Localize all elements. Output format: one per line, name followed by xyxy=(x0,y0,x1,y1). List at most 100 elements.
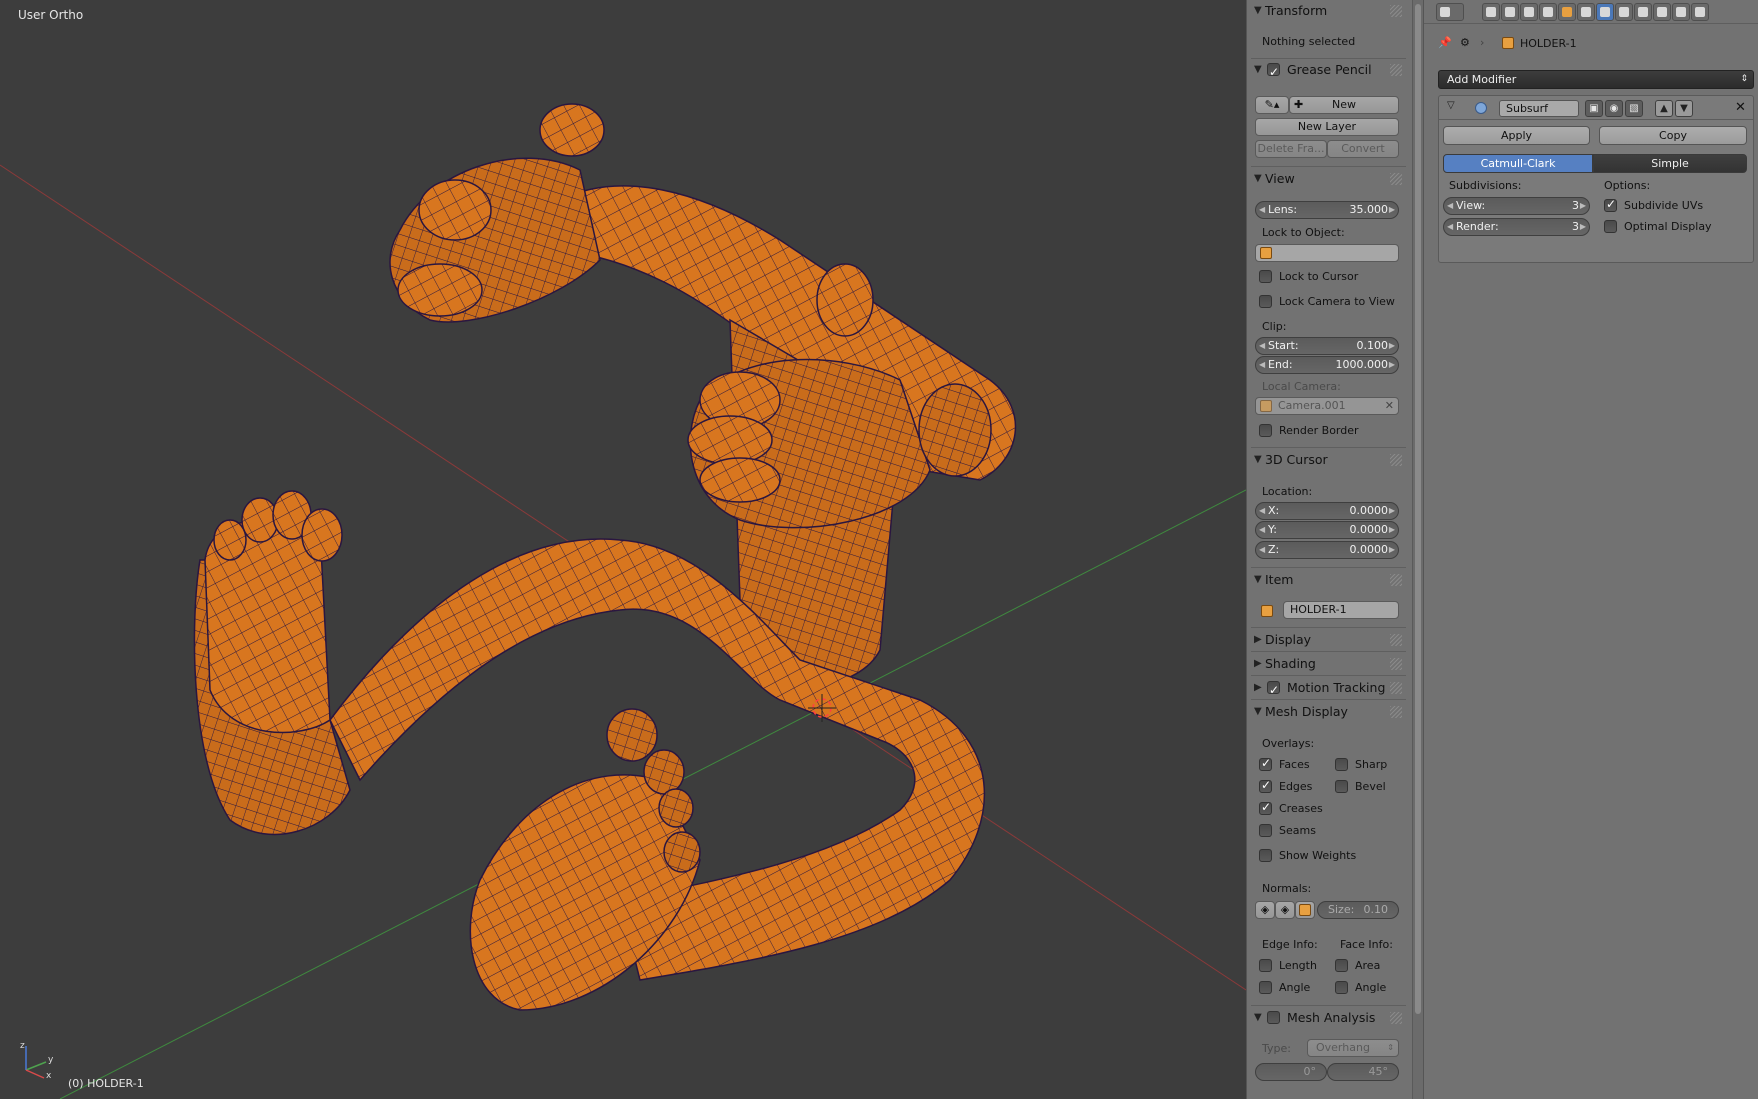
item-name-field[interactable]: HOLDER-1 xyxy=(1283,601,1399,619)
grip-icon[interactable] xyxy=(1390,454,1402,466)
particles-tab[interactable] xyxy=(1672,3,1690,21)
modifiers-tab[interactable] xyxy=(1596,3,1614,21)
convert-button[interactable]: Convert xyxy=(1327,140,1399,158)
cursor-y-field[interactable]: ◀ Y: 0.0000 ▶ xyxy=(1255,521,1399,539)
panel-transform-header[interactable]: ▼ Transform xyxy=(1251,0,1406,22)
move-up-icon[interactable]: ▲ xyxy=(1655,100,1673,117)
new-grease-pencil-button[interactable]: ✚ New xyxy=(1289,96,1399,114)
grip-icon[interactable] xyxy=(1390,682,1402,694)
grip-icon[interactable] xyxy=(1390,634,1402,646)
texture-tab[interactable] xyxy=(1653,3,1671,21)
local-camera-field[interactable]: Camera.001 ✕ xyxy=(1255,397,1399,415)
catmull-clark-toggle[interactable]: Catmull-Clark xyxy=(1443,154,1593,173)
vertex-normals-button[interactable]: ◈ xyxy=(1255,901,1275,919)
panel-view-header[interactable]: ▼ View xyxy=(1251,168,1406,190)
panel-grease-pencil-header[interactable]: ▼ Grease Pencil xyxy=(1251,59,1406,83)
editor-type-button[interactable] xyxy=(1436,3,1464,21)
render-layers-tab[interactable] xyxy=(1501,3,1519,21)
panel-mesh-analysis-header[interactable]: ▼ Mesh Analysis xyxy=(1251,1007,1406,1029)
material-tab[interactable] xyxy=(1634,3,1652,21)
render-border-checkbox[interactable] xyxy=(1259,424,1272,437)
edges-checkbox[interactable] xyxy=(1259,778,1272,793)
data-tab[interactable] xyxy=(1615,3,1633,21)
decrement-icon[interactable]: ◀ xyxy=(1259,542,1265,558)
viewport-toggle-icon[interactable]: ◉ xyxy=(1605,100,1623,117)
creases-checkbox[interactable] xyxy=(1259,800,1272,815)
clip-end-field[interactable]: ◀ End: 1000.000 ▶ xyxy=(1255,356,1399,374)
lens-field[interactable]: ◀ Lens: 35.000 ▶ xyxy=(1255,201,1399,219)
edge-length-checkbox[interactable] xyxy=(1259,959,1272,972)
object-tab[interactable] xyxy=(1558,3,1576,21)
optimal-display-checkbox[interactable] xyxy=(1604,220,1617,233)
simple-toggle[interactable]: Simple xyxy=(1593,154,1747,173)
panel-item-header[interactable]: ▼ Item xyxy=(1251,569,1406,591)
lock-object-field[interactable] xyxy=(1255,244,1399,262)
3d-viewport[interactable]: User Ortho y z x (0) HOLDER-1 xyxy=(0,0,1246,1099)
physics-tab[interactable] xyxy=(1691,3,1709,21)
panel-motion-tracking-header[interactable]: ▶ Motion Tracking xyxy=(1251,677,1406,701)
face-normals-button[interactable] xyxy=(1295,901,1315,919)
pin-icon[interactable]: 📌 xyxy=(1438,36,1452,49)
editmode-toggle-icon[interactable]: ▧ xyxy=(1625,100,1643,117)
grease-pencil-checkbox[interactable] xyxy=(1267,61,1280,83)
grip-icon[interactable] xyxy=(1390,5,1402,17)
analysis-min-field[interactable]: 0° xyxy=(1255,1063,1327,1081)
decrement-icon[interactable]: ◀ xyxy=(1259,522,1265,538)
pencil-browse-button[interactable]: ✎▴ xyxy=(1255,96,1289,114)
world-tab[interactable] xyxy=(1539,3,1557,21)
panel-shading-header[interactable]: ▶ Shading xyxy=(1251,653,1406,675)
increment-icon[interactable]: ▶ xyxy=(1389,202,1395,218)
clip-start-field[interactable]: ◀ Start: 0.100 ▶ xyxy=(1255,337,1399,355)
copy-button[interactable]: Copy xyxy=(1599,126,1747,145)
face-angle-checkbox[interactable] xyxy=(1335,981,1348,994)
faces-checkbox[interactable] xyxy=(1259,756,1272,771)
grip-icon[interactable] xyxy=(1390,574,1402,586)
bevel-checkbox[interactable] xyxy=(1335,780,1348,793)
cursor-z-field[interactable]: ◀ Z: 0.0000 ▶ xyxy=(1255,541,1399,559)
mesh-analysis-checkbox[interactable] xyxy=(1267,1011,1280,1024)
subdiv-render-field[interactable]: ◀ Render: 3 ▶ xyxy=(1443,218,1590,236)
constraints-tab[interactable] xyxy=(1577,3,1595,21)
analysis-type-select[interactable]: Overhang ⇕ xyxy=(1307,1039,1399,1057)
panel-3d-cursor-header[interactable]: ▼ 3D Cursor xyxy=(1251,449,1406,471)
properties-shelf[interactable]: ▼ Transform Nothing selected ▼ Grease Pe… xyxy=(1246,0,1412,1099)
face-area-checkbox[interactable] xyxy=(1335,959,1348,972)
increment-icon[interactable]: ▶ xyxy=(1389,522,1395,538)
decrement-icon[interactable]: ◀ xyxy=(1447,198,1453,214)
lock-camera-checkbox[interactable] xyxy=(1259,295,1272,308)
scene-tab[interactable] xyxy=(1520,3,1538,21)
grip-icon[interactable] xyxy=(1390,1012,1402,1024)
render-toggle-icon[interactable]: ▣ xyxy=(1585,100,1603,117)
new-layer-button[interactable]: New Layer xyxy=(1255,118,1399,136)
render-tab[interactable] xyxy=(1482,3,1500,21)
panel-display-header[interactable]: ▶ Display xyxy=(1251,629,1406,651)
grip-icon[interactable] xyxy=(1390,706,1402,718)
close-icon[interactable]: ✕ xyxy=(1735,100,1746,115)
properties-editor[interactable]: 📌 ⚙ › HOLDER-1 Add Modifier ⇕ ▽ Subsurf … xyxy=(1423,0,1758,1099)
analysis-max-field[interactable]: 45° xyxy=(1327,1063,1399,1081)
grip-icon[interactable] xyxy=(1390,173,1402,185)
delete-frame-button[interactable]: Delete Fra... xyxy=(1255,140,1327,158)
edge-angle-checkbox[interactable] xyxy=(1259,981,1272,994)
collapse-icon[interactable]: ▽ xyxy=(1447,100,1455,111)
subdiv-view-field[interactable]: ◀ View: 3 ▶ xyxy=(1443,197,1590,215)
increment-icon[interactable]: ▶ xyxy=(1389,338,1395,354)
viewport-scene[interactable] xyxy=(0,0,1246,1099)
grip-icon[interactable] xyxy=(1390,658,1402,670)
increment-icon[interactable]: ▶ xyxy=(1389,542,1395,558)
loop-normals-button[interactable]: ◈ xyxy=(1275,901,1295,919)
decrement-icon[interactable]: ◀ xyxy=(1259,503,1265,519)
increment-icon[interactable]: ▶ xyxy=(1580,198,1586,214)
subdivide-uvs-checkbox[interactable] xyxy=(1604,197,1617,212)
show-weights-checkbox[interactable] xyxy=(1259,849,1272,862)
decrement-icon[interactable]: ◀ xyxy=(1259,357,1265,373)
decrement-icon[interactable]: ◀ xyxy=(1447,219,1453,235)
clear-icon[interactable]: ✕ xyxy=(1385,398,1394,414)
lock-to-cursor-checkbox[interactable] xyxy=(1259,270,1272,283)
increment-icon[interactable]: ▶ xyxy=(1389,357,1395,373)
move-down-icon[interactable]: ▼ xyxy=(1675,100,1693,117)
panel-mesh-display-header[interactable]: ▼ Mesh Display xyxy=(1251,701,1406,723)
modifier-name-field[interactable]: Subsurf xyxy=(1499,100,1579,117)
decrement-icon[interactable]: ◀ xyxy=(1259,338,1265,354)
normal-size-field[interactable]: Size: 0.10 xyxy=(1317,901,1399,919)
